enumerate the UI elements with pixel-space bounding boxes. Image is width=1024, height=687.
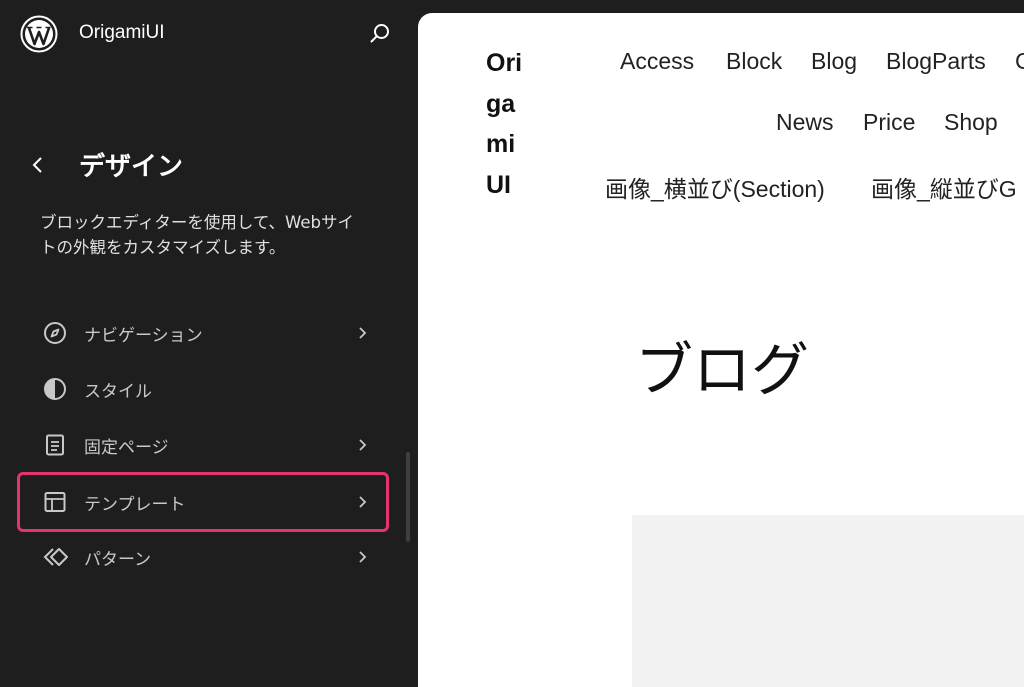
nav-item-navigation[interactable]: ナビゲーション [20,306,386,360]
search-icon [370,24,389,43]
chevron-right-icon [354,548,370,566]
symbol-icon [42,544,68,570]
menu-link-image-vertical[interactable]: 画像_縦並びG [871,170,1017,204]
nav-item-patterns[interactable]: パターン [20,530,386,584]
nav-item-label: ナビゲーション [84,326,203,346]
menu-link-access[interactable]: Access [620,48,694,75]
site-editor: OrigamiUI デザイン ブロックエディターを使用して、Webサイトの外観を… [0,0,1024,687]
menu-link-c[interactable]: C [1015,48,1024,75]
wordpress-logo-icon[interactable] [20,15,58,53]
chevron-left-icon [32,157,42,173]
design-sidebar: OrigamiUI デザイン ブロックエディターを使用して、Webサイトの外観を… [0,0,418,687]
page-icon [42,432,68,458]
site-title-line: UI [486,170,511,199]
layout-icon [42,489,68,515]
menu-link-blog[interactable]: Blog [811,48,857,75]
menu-link-image-horizontal[interactable]: 画像_横並び(Section) [605,170,825,204]
nav-item-templates[interactable]: テンプレート [17,472,389,532]
compass-icon [42,320,68,346]
menu-link-price[interactable]: Price [863,109,915,136]
site-name[interactable]: OrigamiUI [79,22,165,44]
site-title-line: Ori [486,49,523,77]
nav-item-pages[interactable]: 固定ページ [20,418,386,472]
chevron-right-icon [354,324,370,342]
panel-description: ブロックエディターを使用して、Webサイトの外観をカスタマイズします。 [40,213,354,257]
menu-link-block[interactable]: Block [726,48,782,75]
chevron-right-icon [354,493,370,511]
menu-link-news[interactable]: News [776,109,834,136]
nav-item-styles[interactable]: スタイル [20,362,386,416]
site-title-line: ga [486,89,516,118]
panel-title: デザイン [79,152,184,182]
image-placeholder[interactable] [632,515,1024,687]
nav-item-label: 固定ページ [84,438,169,458]
nav-item-label: パターン [84,550,152,570]
chevron-right-icon [354,436,370,454]
site-preview[interactable]: Ori ga mi UI Access Block Blog BlogParts… [418,13,1024,687]
half-circle-icon [42,376,68,402]
nav-item-label: スタイル [84,382,152,402]
nav-item-label: テンプレート [84,495,186,515]
back-button[interactable] [26,152,52,178]
page-heading[interactable]: ブログ [635,323,809,407]
preview-site-title[interactable]: Ori ga mi UI [486,43,536,205]
site-title-line: mi [486,130,516,158]
sidebar-scrollbar[interactable] [406,452,410,542]
search-button[interactable] [366,20,394,48]
menu-link-blogparts[interactable]: BlogParts [886,48,986,75]
menu-link-shop[interactable]: Shop [944,109,998,136]
